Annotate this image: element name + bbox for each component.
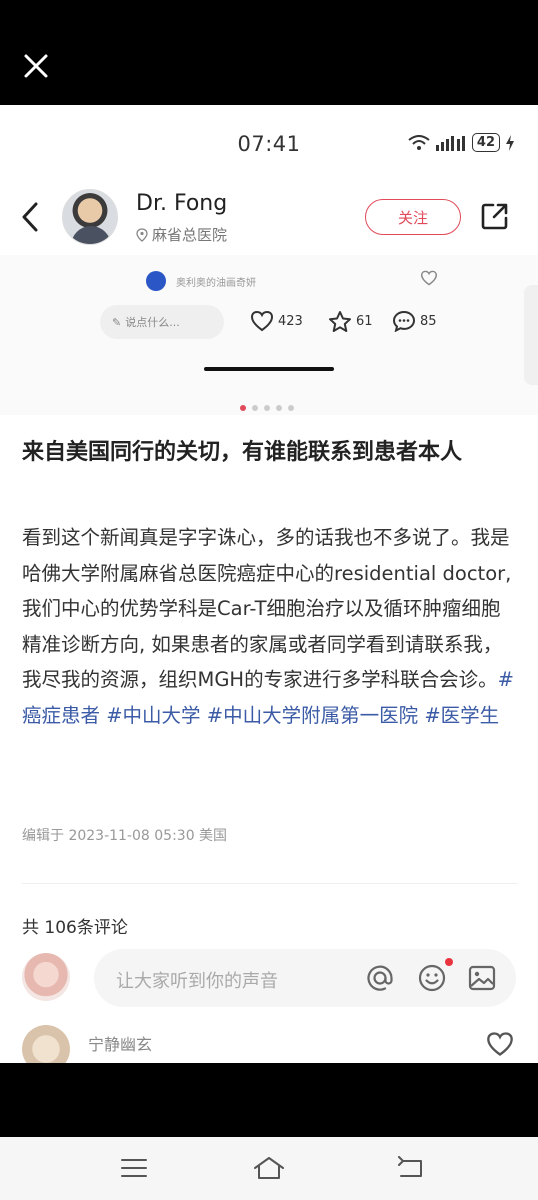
pencil-icon: ✎: [112, 315, 122, 329]
emoji-icon[interactable]: [416, 962, 448, 994]
share-icon[interactable]: [480, 201, 510, 231]
author-name[interactable]: Dr. Fong: [136, 191, 227, 216]
image-scroll-handle: [204, 367, 334, 371]
image-icon[interactable]: [466, 962, 498, 994]
location-text: 麻省总医院: [152, 226, 228, 244]
return-icon: [398, 1156, 422, 1177]
image-like-stat: 423: [250, 310, 303, 332]
commenter-avatar[interactable]: [22, 1025, 70, 1063]
battery-level: 42: [471, 133, 500, 152]
carousel-dot[interactable]: [276, 405, 282, 411]
image-heart-icon: [420, 270, 438, 286]
comment-bubble-icon: [392, 310, 416, 332]
carousel-dot[interactable]: [288, 405, 294, 411]
post-body-text: 看到这个新闻真是字字诛心，多的话我也不多说了。我是哈佛大学附属麻省总医院癌症中心…: [22, 526, 512, 691]
follow-button[interactable]: 关注: [365, 199, 461, 235]
menu-icon: [121, 1159, 147, 1177]
charging-icon: [506, 134, 514, 151]
image-comment-count: 85: [420, 313, 437, 329]
heart-icon: [250, 310, 274, 332]
hashtag[interactable]: #中山大学附属第一医院: [207, 704, 418, 727]
at-icon[interactable]: [364, 962, 396, 994]
carousel-dots[interactable]: [240, 405, 294, 411]
wifi-icon: [408, 134, 430, 150]
image-comment-avatar: [146, 271, 166, 291]
viewer-top-bar: [0, 0, 538, 105]
location-pin-icon: [136, 227, 148, 242]
image-comment-text: 奥利奥的油画奇妍: [176, 277, 256, 289]
comment-count: 共 106条评论: [22, 918, 128, 938]
hashtag[interactable]: #医学生: [424, 704, 499, 727]
status-icons: 42: [408, 133, 514, 152]
signal-icon: [435, 135, 465, 151]
comment-like-icon[interactable]: [486, 1031, 514, 1057]
close-icon[interactable]: [20, 50, 52, 82]
divider: [22, 883, 518, 884]
author-location: 麻省总医院: [136, 224, 227, 245]
carousel-dot[interactable]: [240, 405, 246, 411]
post-image[interactable]: [0, 255, 538, 415]
commenter-name[interactable]: 宁静幽玄: [88, 1031, 152, 1055]
hashtag[interactable]: #中山大学: [106, 704, 200, 727]
author-avatar[interactable]: [62, 189, 118, 245]
notification-dot: [445, 958, 453, 966]
image-star-stat: 61: [328, 310, 373, 332]
my-avatar: [22, 953, 70, 1001]
image-say-box: ✎ 说点什么...: [100, 305, 224, 339]
back-icon[interactable]: [18, 200, 44, 234]
phone-screen: 07:41 42 Dr. Fong 麻省总医院 关注 奥利奥的油画奇妍 ✎ 说点…: [0, 105, 538, 1063]
image-comment-stat: 85: [392, 310, 437, 332]
home-icon: [254, 1157, 284, 1179]
edited-timestamp: 编辑于 2023-11-08 05:30 美国: [22, 828, 228, 844]
home-button[interactable]: [249, 1150, 289, 1186]
carousel-dot[interactable]: [252, 405, 258, 411]
star-icon: [329, 311, 351, 332]
image-comment-row: 奥利奥的油画奇妍: [146, 271, 256, 291]
side-tab[interactable]: [524, 285, 538, 385]
image-say-placeholder: 说点什么...: [125, 316, 180, 329]
menu-button[interactable]: [114, 1150, 154, 1186]
image-like-count: 423: [278, 313, 303, 329]
image-star-count: 61: [356, 313, 373, 329]
post-title: 来自美国同行的关切，有谁能联系到患者本人: [22, 440, 463, 465]
back-nav-button[interactable]: [390, 1150, 430, 1186]
post-body: 看到这个新闻真是字字诛心，多的话我也不多说了。我是哈佛大学附属麻省总医院癌症中心…: [22, 520, 518, 733]
comment-input-placeholder[interactable]: 让大家听到你的声音: [116, 967, 278, 993]
carousel-dot[interactable]: [264, 405, 270, 411]
